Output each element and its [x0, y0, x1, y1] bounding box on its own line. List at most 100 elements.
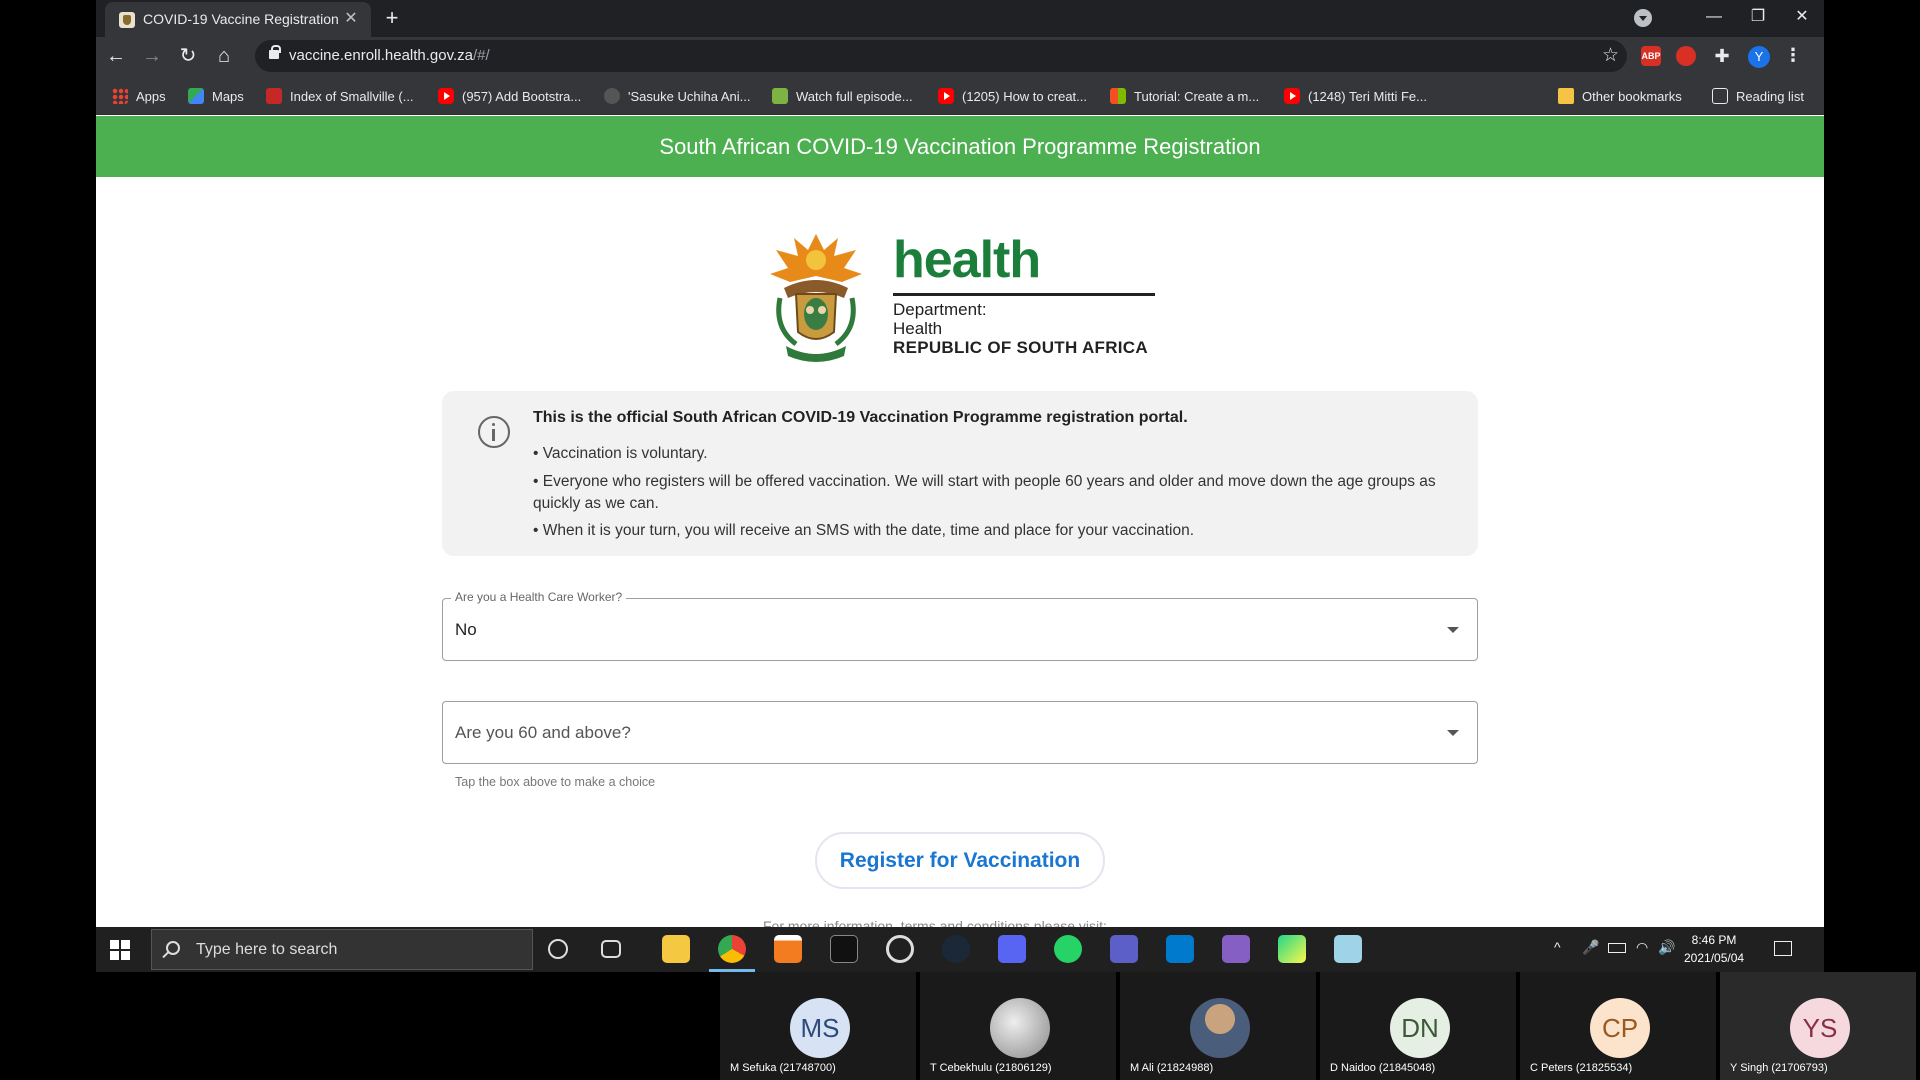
taskbar-search-input[interactable]: Type here to search	[151, 929, 533, 970]
youtube-icon	[1284, 88, 1300, 104]
search-tabs-icon[interactable]	[1634, 9, 1652, 27]
participant-tile[interactable]: DN D Naidoo (21845048)	[1320, 972, 1516, 1080]
health-care-worker-value: No	[455, 620, 477, 639]
youtube-icon	[438, 88, 454, 104]
minimize-icon[interactable]: —	[1692, 0, 1736, 34]
close-window-icon[interactable]: ✕	[1780, 0, 1824, 34]
vlc-icon[interactable]	[774, 935, 802, 963]
browser-window: COVID-19 Vaccine Registration ✕ + — ❐ ✕ …	[96, 0, 1824, 972]
participant-tile[interactable]: T Cebekhulu (21806129)	[920, 972, 1116, 1080]
back-icon[interactable]: ←	[104, 45, 128, 69]
cortana-icon[interactable]	[548, 939, 568, 959]
info-bullet: • When it is your turn, you will receive…	[533, 522, 1195, 539]
bookmark-tutorial[interactable]: Tutorial: Create a m...	[1110, 86, 1259, 106]
restore-icon[interactable]: ❐	[1736, 0, 1780, 34]
visual-studio-icon[interactable]	[1222, 935, 1250, 963]
info-bullet: • Everyone who registers will be offered…	[533, 473, 1436, 512]
new-tab-button[interactable]: +	[379, 6, 405, 32]
folder-icon	[1558, 88, 1574, 104]
extensions-puzzle-icon[interactable]: ✚	[1712, 46, 1732, 66]
participant-tile[interactable]: M Ali (21824988)	[1120, 972, 1316, 1080]
participant-tile[interactable]: YS Y Singh (21706793)	[1720, 972, 1916, 1080]
chrome-icon[interactable]	[718, 935, 746, 963]
epic-games-icon[interactable]	[830, 935, 858, 963]
chevron-down-icon[interactable]	[1447, 627, 1459, 633]
bookmark-apps[interactable]: Apps	[112, 86, 166, 106]
site-icon	[604, 88, 620, 104]
age-60-select[interactable]: Are you 60 and above?	[442, 701, 1478, 764]
taskbar-search-placeholder: Type here to search	[196, 941, 338, 958]
department-of-health-logo: health Department: Health REPUBLIC OF SO…	[766, 228, 1186, 368]
clock-date: 2021/05/04	[1684, 951, 1745, 965]
logo-country-label: REPUBLIC OF SOUTH AFRICA	[893, 338, 1148, 357]
obs-icon[interactable]	[886, 935, 914, 963]
pycharm-icon[interactable]	[1278, 935, 1306, 963]
forward-icon[interactable]: →	[140, 45, 164, 69]
address-bar[interactable]: vaccine.enroll.health.gov.za/#/ ☆	[255, 40, 1627, 72]
bookmark-teri-mitti[interactable]: (1248) Teri Mitti Fe...	[1284, 86, 1427, 106]
microphone-icon[interactable]: 🎤	[1582, 939, 1599, 956]
tab-close-icon[interactable]: ✕	[341, 9, 361, 29]
coat-of-arms-favicon-icon	[119, 12, 135, 28]
bookmark-maps[interactable]: Maps	[188, 86, 244, 106]
steam-icon[interactable]	[942, 935, 970, 963]
notepad-icon[interactable]	[1334, 935, 1362, 963]
info-bullet: • Vaccination is voluntary.	[533, 445, 708, 462]
battery-icon[interactable]	[1608, 943, 1626, 953]
search-icon	[166, 941, 180, 955]
participant-tile[interactable]: CP C Peters (21825534)	[1520, 972, 1716, 1080]
menu-kebab-icon[interactable]: ⋮	[1784, 45, 1802, 66]
bookmark-bootstrap[interactable]: (957) Add Bootstra...	[438, 86, 581, 106]
participant-avatar: DN	[1390, 998, 1450, 1058]
participant-avatar: MS	[790, 998, 850, 1058]
participant-avatar: CP	[1590, 998, 1650, 1058]
volume-icon[interactable]: 🔊	[1658, 939, 1675, 956]
whatsapp-icon[interactable]	[1054, 935, 1082, 963]
home-icon[interactable]: ⌂	[212, 45, 236, 69]
participant-name: D Naidoo (21845048)	[1330, 1062, 1436, 1074]
taskbar-clock[interactable]: 8:46 PM 2021/05/04	[1684, 931, 1744, 967]
teams-icon[interactable]	[1110, 935, 1138, 963]
info-notice: This is the official South African COVID…	[442, 391, 1478, 556]
bookmark-how-to-create[interactable]: (1205) How to creat...	[938, 86, 1087, 106]
participant-name: Y Singh (21706793)	[1730, 1062, 1828, 1074]
windows-taskbar: Type here to search ^ 🎤 ◠ 🔊 8:46 PM 2021…	[96, 927, 1824, 972]
tab-covid-registration[interactable]: COVID-19 Vaccine Registration ✕	[105, 2, 371, 37]
logo-health-label: Health	[893, 319, 943, 338]
clock-time: 8:46 PM	[1691, 933, 1737, 947]
windows-start-icon[interactable]	[110, 940, 130, 960]
bookmark-sasuke[interactable]: 'Sasuke Uchiha Ani...	[604, 86, 750, 106]
microsoft-icon	[1110, 88, 1126, 104]
task-view-icon[interactable]	[601, 940, 621, 958]
bookmark-watch-episode[interactable]: Watch full episode...	[772, 86, 913, 106]
info-icon	[478, 416, 510, 448]
chevron-down-icon[interactable]	[1447, 730, 1459, 736]
tray-chevron-icon[interactable]: ^	[1554, 939, 1561, 955]
lock-icon[interactable]	[269, 45, 281, 59]
file-explorer-icon[interactable]	[662, 935, 690, 963]
network-icon[interactable]: ◠	[1636, 939, 1648, 956]
site-icon	[266, 88, 282, 104]
logo-divider	[893, 293, 1155, 296]
discord-icon[interactable]	[998, 935, 1026, 963]
participant-photo-avatar	[1190, 998, 1250, 1058]
other-bookmarks[interactable]: Other bookmarks	[1558, 86, 1682, 106]
site-icon	[772, 88, 788, 104]
profile-avatar[interactable]: Y	[1748, 46, 1770, 68]
vscode-icon[interactable]	[1166, 935, 1194, 963]
apps-icon	[112, 88, 128, 104]
health-care-worker-select[interactable]: Are you a Health Care Worker? No	[442, 590, 1478, 661]
reload-icon[interactable]: ↻	[176, 45, 200, 69]
notifications-icon[interactable]	[1774, 941, 1792, 956]
extension-red-icon[interactable]	[1676, 46, 1696, 66]
adblock-plus-icon[interactable]: ABP	[1641, 46, 1661, 66]
bookmark-smallville[interactable]: Index of Smallville (...	[266, 86, 414, 106]
reading-list[interactable]: Reading list	[1712, 86, 1804, 106]
tab-title: COVID-19 Vaccine Registration	[143, 11, 339, 27]
url-text[interactable]: vaccine.enroll.health.gov.za/#/	[289, 47, 490, 64]
participant-tile[interactable]: MS M Sefuka (21748700)	[720, 972, 916, 1080]
register-button[interactable]: Register for Vaccination	[815, 832, 1105, 889]
maps-icon	[188, 88, 204, 104]
age-select-hint: Tap the box above to make a choice	[455, 775, 656, 789]
bookmark-star-icon[interactable]: ☆	[1602, 44, 1619, 67]
